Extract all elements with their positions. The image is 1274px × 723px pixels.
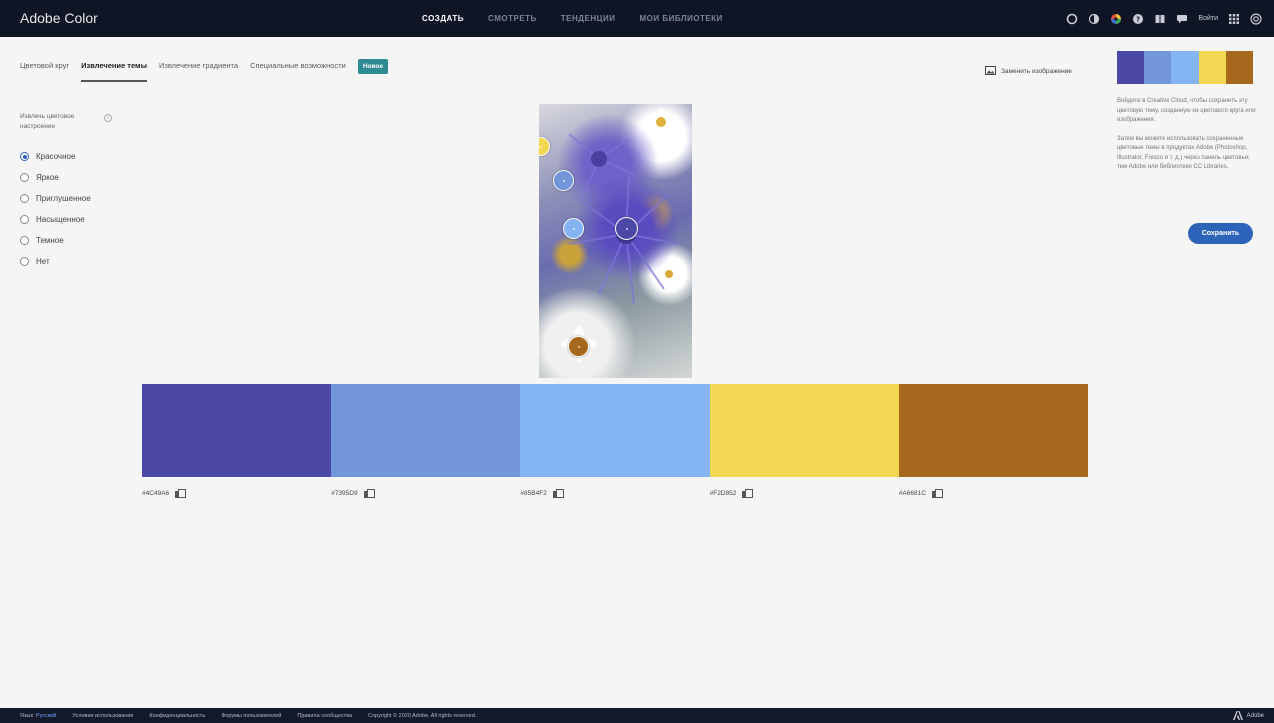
chat-icon[interactable] [1176, 13, 1188, 25]
mood-option-dark[interactable]: Темное [20, 230, 91, 251]
info-paragraph-1: Войдите в Creative Cloud, чтобы сохранит… [1117, 98, 1256, 123]
radio-icon [20, 173, 29, 182]
toolbar-icons: ? Войти [1066, 0, 1262, 37]
footer-link-guidelines[interactable]: Правила сообщества [297, 713, 352, 719]
color-picker-purple[interactable] [615, 217, 638, 240]
copy-icon[interactable] [552, 489, 564, 498]
mini-swatch-5 [1225, 51, 1254, 84]
color-wheel-icon[interactable] [1066, 13, 1078, 25]
mood-options: Красочное Яркое Приглушенное Насыщенное … [20, 146, 91, 272]
hex-cell-2: #7395D9 [331, 489, 520, 498]
new-badge: Новое [357, 59, 389, 74]
hex-code[interactable]: #A6681C [899, 490, 926, 497]
mini-palette [1117, 51, 1254, 84]
mood-option-deep[interactable]: Насыщенное [20, 209, 91, 230]
nav-create[interactable]: СОЗДАТЬ [422, 14, 464, 23]
color-picker-periwinkle[interactable] [553, 170, 574, 191]
radio-icon [20, 236, 29, 245]
swatch-3[interactable] [520, 384, 710, 477]
radio-icon [20, 194, 29, 203]
mood-option-colorful[interactable]: Красочное [20, 146, 91, 167]
mood-option-muted[interactable]: Приглушенное [20, 188, 91, 209]
mood-option-bright[interactable]: Яркое [20, 167, 91, 188]
radio-icon [20, 257, 29, 266]
mini-swatch-4 [1198, 51, 1226, 84]
hex-code[interactable]: #85B4F2 [520, 490, 546, 497]
save-button[interactable]: Сохранить [1188, 223, 1253, 244]
signin-info: Войдите в Creative Cloud, чтобы сохранит… [1117, 97, 1257, 182]
main-nav: СОЗДАТЬ СМОТРЕТЬ ТЕНДЕНЦИИ МОИ БИБЛИОТЕК… [422, 0, 723, 37]
footer: Язык: Русский Условия использования Конф… [0, 708, 1274, 723]
radio-icon [20, 152, 29, 161]
mini-swatch-3 [1171, 51, 1199, 84]
radio-icon [20, 215, 29, 224]
mode-tabs: Цветовой круг Извлечение темы Извлечение… [20, 59, 389, 82]
nav-trends[interactable]: ТЕНДЕНЦИИ [561, 14, 616, 23]
mood-option-none[interactable]: Нет [20, 251, 91, 272]
contrast-icon[interactable] [1088, 13, 1100, 25]
swatch-5[interactable] [898, 384, 1089, 477]
hex-code[interactable]: #7395D9 [331, 490, 357, 497]
creative-cloud-icon[interactable] [1250, 12, 1262, 25]
adobe-icon [1232, 711, 1243, 720]
swatch-4[interactable] [709, 384, 899, 477]
swatch-2[interactable] [331, 384, 521, 477]
tab-extract-theme[interactable]: Извлечение темы [81, 61, 147, 82]
replace-image-label: Заменить изображение [1001, 68, 1072, 75]
hex-codes: #4C49A6 #7395D9 #85B4F2 #F2D852 #A6681C [142, 489, 1088, 498]
nav-explore[interactable]: СМОТРЕТЬ [488, 14, 537, 23]
copy-icon[interactable] [742, 489, 754, 498]
color-picker-brown[interactable] [568, 336, 589, 357]
hex-cell-5: #A6681C [899, 489, 1088, 498]
tab-color-wheel[interactable]: Цветовой круг [20, 61, 69, 82]
swatch-1[interactable] [142, 384, 332, 477]
palette-swatches [142, 384, 1089, 477]
image-icon [985, 66, 996, 77]
color-blind-wheel-icon[interactable] [1110, 13, 1122, 25]
svg-text:?: ? [1136, 15, 1140, 23]
language-selector[interactable]: Язык: Русский [20, 713, 56, 719]
copy-icon[interactable] [363, 489, 375, 498]
copy-icon[interactable] [931, 489, 943, 498]
replace-image-button[interactable]: Заменить изображение [985, 66, 1072, 77]
top-navbar: Adobe Color СОЗДАТЬ СМОТРЕТЬ ТЕНДЕНЦИИ М… [0, 0, 1274, 37]
mini-swatch-2 [1144, 51, 1172, 84]
hex-cell-1: #4C49A6 [142, 489, 331, 498]
info-icon[interactable]: i [104, 114, 112, 122]
help-icon[interactable]: ? [1132, 13, 1144, 25]
book-icon[interactable] [1154, 13, 1166, 25]
mini-swatch-1 [1117, 51, 1145, 84]
hex-code[interactable]: #4C49A6 [142, 490, 169, 497]
copyright: Copyright © 2020 Adobe. All rights reser… [368, 712, 477, 719]
copy-icon[interactable] [175, 489, 187, 498]
footer-link-forums[interactable]: Форумы пользователей [221, 713, 281, 719]
mood-label: Извлечь цветовое настроение [20, 113, 75, 130]
info-paragraph-2: Затем вы можете использовать сохраненные… [1117, 135, 1249, 171]
adobe-logo[interactable]: Adobe [1232, 708, 1264, 723]
color-picker-light-blue[interactable] [563, 218, 584, 239]
apps-grid-icon[interactable] [1228, 13, 1240, 25]
source-image [539, 104, 692, 378]
tab-extract-gradient[interactable]: Извлечение градиента [159, 61, 238, 82]
footer-link-terms[interactable]: Условия использования [72, 713, 133, 719]
footer-link-privacy[interactable]: Конфиденциальность [149, 713, 205, 719]
hex-code[interactable]: #F2D852 [710, 490, 737, 497]
signin-link[interactable]: Войти [1198, 15, 1218, 22]
tab-accessibility[interactable]: Специальные возможности [250, 61, 346, 82]
app-title[interactable]: Adobe Color [20, 0, 98, 37]
language-value[interactable]: Русский [36, 713, 56, 719]
hex-cell-3: #85B4F2 [520, 489, 709, 498]
nav-my-libraries[interactable]: МОИ БИБЛИОТЕКИ [639, 14, 722, 23]
hex-cell-4: #F2D852 [710, 489, 899, 498]
